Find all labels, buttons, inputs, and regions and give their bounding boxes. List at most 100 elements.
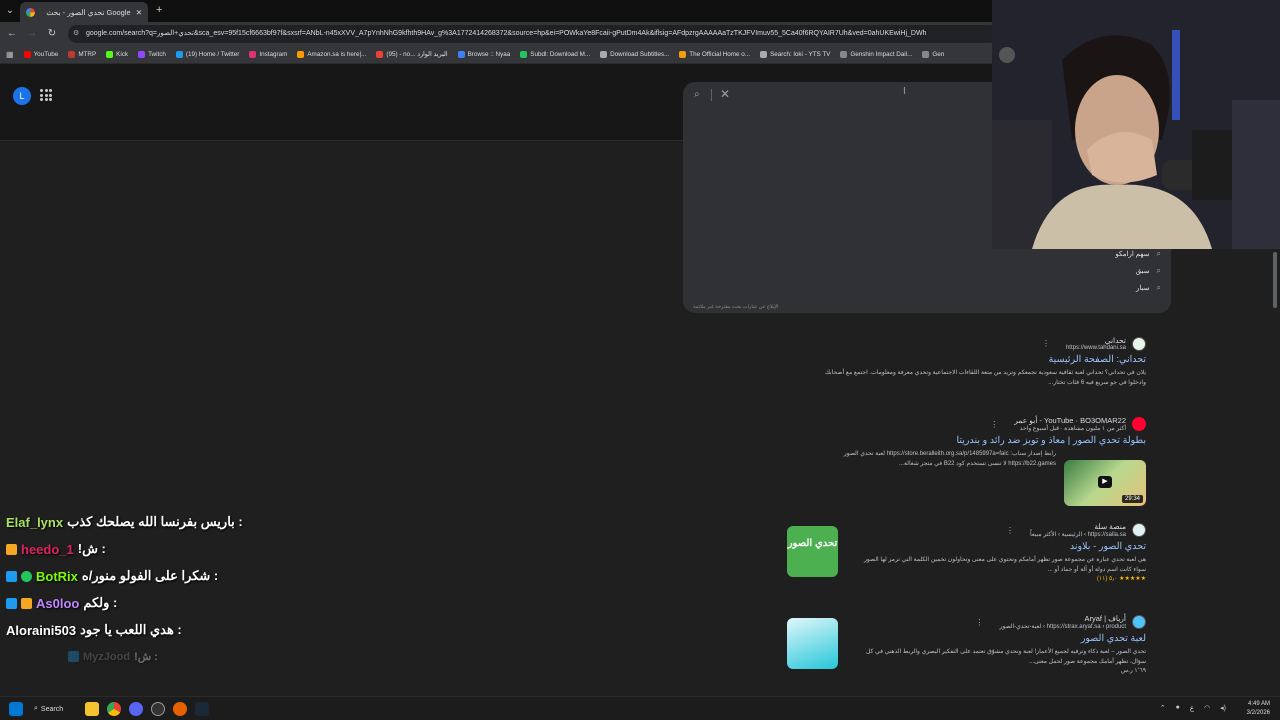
bookmark-13[interactable]: Genshin Impact Dail... [840,51,912,58]
mtrp-icon [68,51,76,58]
video-thumbnail[interactable]: ▶ 29:34 [1064,460,1146,506]
taskbar-clock[interactable]: 4:49 AM 3/2/2026 [1247,700,1270,718]
result-title-link[interactable]: لعبة تحدي الصور [866,633,1146,644]
bot-badge-icon [6,597,17,609]
address-bar[interactable]: google.com/search?q=تحدي+الصور&sca_esv=9… [68,25,998,43]
back-icon[interactable]: ← [4,26,20,42]
clear-search-icon[interactable]: ✕ [720,87,730,101]
bookmark-14[interactable]: Gen [922,51,944,58]
chat-text: : ولكم [83,595,118,610]
subdl-icon [520,51,528,58]
crown-badge-icon [21,597,32,609]
chat-text: : ش! [77,541,106,556]
keyboard-language-icon[interactable]: ع [1190,704,1194,712]
reload-icon[interactable]: ↻ [44,26,60,42]
text-cursor-icon: I [903,86,906,97]
bot-badge-icon [68,651,79,662]
bookmark-8[interactable]: Browse :: Nyaa [457,51,510,58]
bookmark-0[interactable]: YouTube [23,51,58,58]
suggestion-item[interactable]: ⌕ سبق [1136,266,1161,276]
genshin-icon [922,51,930,58]
chat-username: BotRix [36,568,78,584]
new-tab-icon[interactable]: + [156,4,162,16]
nyaa-icon [457,51,465,58]
google-apps-icon[interactable] [40,89,52,101]
bookmark-2[interactable]: Kick [106,51,128,58]
file-explorer-icon[interactable] [85,702,99,716]
close-tab-icon[interactable]: ✕ [136,8,142,17]
result-title-link[interactable]: بطولة تحدي الصور | معاذ و تويز ضد رائد و… [844,435,1146,446]
webcam-image [992,0,1280,249]
bookmark-5[interactable]: Instagram [249,51,287,58]
chat-message: As0loo : ولكم [6,595,117,611]
play-icon: ▶ [1098,476,1112,488]
windows-start-icon[interactable] [9,702,23,716]
more-options-icon[interactable]: ⋮ [1042,339,1050,348]
search-icon: ⌕ [1156,249,1161,258]
bookmark-6[interactable]: Amazon.sa is here|... [297,51,366,58]
url-text: google.com/search?q=تحدي+الصور&sca_esv=9… [86,30,927,37]
chat-text: : باريس بفرنسا الله يصلحك كذب [67,514,243,529]
video-duration: 29:34 [1121,495,1143,503]
bookmark-10[interactable]: Download Subtitles... [600,51,669,58]
amazon-icon [297,51,305,58]
wifi-icon[interactable]: ◠ [1204,704,1210,712]
search-result-tahdani: تحداني https://www.tahdani.sa ⋮ تحداني: ا… [824,336,1146,386]
kick-icon [106,51,114,58]
genshin-icon [840,51,848,58]
bookmark-7[interactable]: (95) - no... البريد الوارد [376,51,448,58]
chat-message: Elaf_lynx : باريس بفرنسا الله يصلحك كذب [6,514,243,530]
chat-username: Elaf_lynx [6,514,64,530]
youtube-icon [1132,417,1146,431]
more-options-icon[interactable]: ⋮ [990,420,998,429]
gmail-icon [376,51,384,58]
page-scrollbar[interactable] [1273,252,1277,308]
chrome-icon[interactable] [107,702,121,716]
divider [711,89,712,101]
streamer-webcam [992,0,1280,249]
windows-taskbar: ⌕ Search ⌃ ● ع ◠ ◂) 4:49 AM 3/2/2026 [0,696,1280,720]
product-thumbnail[interactable] [787,618,838,669]
discord-icon[interactable] [129,702,143,716]
bot-badge-icon [6,570,17,582]
taskbar-search[interactable]: ⌕ Search [34,701,78,717]
chat-username: heedo_1 [21,541,74,557]
volume-icon[interactable]: ◂) [1220,704,1226,712]
system-tray[interactable]: ⌃ ● ع ◠ ◂) [1160,704,1226,712]
product-thumbnail[interactable]: تحدي الصور [787,526,838,577]
chat-message: Aloraini503 : هدي اللعب يا جود [6,622,182,638]
result-title-link[interactable]: تحداني: الصفحة الرئيسية [825,354,1146,365]
chat-text: : هدي اللعب يا جود [80,622,182,637]
twitter-icon [175,51,183,58]
site-info-icon[interactable]: ⚙ [73,29,79,37]
search-icon[interactable]: ⌕ [694,89,700,100]
google-favicon-icon [26,7,35,17]
chat-username: Aloraini503 [6,622,77,638]
result-title-link[interactable]: تحدي الصور - بلاوند [864,541,1146,552]
chevron-up-icon[interactable]: ⌃ [1160,704,1166,712]
apps-grid-icon[interactable]: ▦ [6,50,14,59]
official-home-icon [679,51,687,58]
bookmark-9[interactable]: Subdl: Download M... [520,51,590,58]
suggestion-item[interactable]: ⌕ سهم ارامكو [1115,249,1161,259]
account-avatar[interactable]: L [13,87,31,105]
steam-icon[interactable] [195,702,209,716]
tab-search-icon[interactable]: ⌄ [2,3,18,19]
more-options-icon[interactable]: ⋮ [1006,526,1014,535]
bookmark-4[interactable]: (19) Home / Twitter [175,51,239,58]
bookmark-3[interactable]: Twitch [138,51,166,58]
suggestion-item[interactable]: ⌕ سبار [1136,283,1161,293]
rating-stars: ★★★★★ ٥٫٠ (١١) [1096,576,1146,582]
search-result-salla: منصة سلة https://salla.sa › الرئيسية › ال… [864,522,1146,582]
microphone-icon[interactable]: ● [1176,704,1180,712]
search-icon: ⌕ [1156,283,1161,292]
more-options-icon[interactable]: ⋮ [975,618,983,627]
bookmark-11[interactable]: The Official Home o... [679,51,750,58]
obs-icon[interactable] [151,702,165,716]
browser-tab[interactable]: تحدي الصور - بحث Google ✕ [20,2,148,22]
bookmark-1[interactable]: MTRP [68,51,96,58]
bookmark-12[interactable]: Search: loki - YTS TV [760,51,830,58]
forward-icon[interactable]: → [24,26,40,42]
report-suggestions-link[interactable]: الإبلاغ عن عبارات بحث مقترحة غير ملائمة [693,304,779,310]
firefox-icon[interactable] [173,702,187,716]
